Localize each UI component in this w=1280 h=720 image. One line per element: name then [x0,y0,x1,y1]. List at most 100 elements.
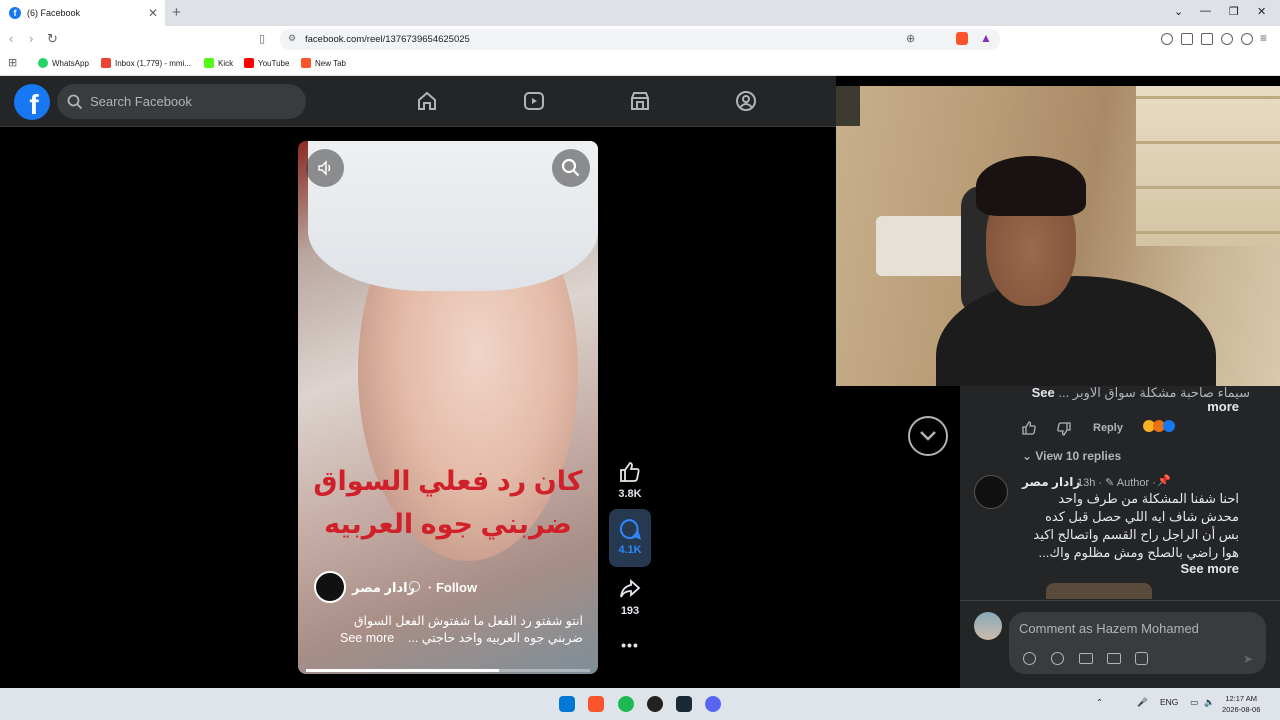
brave-taskbar-icon[interactable] [588,696,604,712]
new-tab-icon[interactable]: + [172,4,181,21]
reel-progress-fill [306,669,500,672]
taskbar-clock[interactable]: 12:17 AM 2026-08-06 [1222,693,1260,715]
spotify-icon[interactable] [618,696,634,712]
discord-icon[interactable] [705,696,721,712]
comment-input[interactable]: Comment as Hazem Mohamed ➤ [1009,612,1266,674]
brave-shield-icon[interactable] [956,32,968,45]
camera-icon[interactable] [1079,653,1093,664]
steam-icon[interactable] [676,696,692,712]
send-icon[interactable]: ➤ [1243,652,1253,666]
facebook-logo-icon[interactable]: f [14,84,50,120]
comment-dislike-icon[interactable] [1057,422,1071,436]
bookmark-icon[interactable]: ▯ [259,32,265,45]
bookmark-new-tab[interactable]: New Tab [301,58,346,68]
site-info-icon[interactable]: ⚙ [288,33,296,44]
bookmarks-bar: ⊞ WhatsApp Inbox (1,779) - mmi... Kick Y… [0,53,1280,76]
page-avatar[interactable] [314,571,346,603]
comment-count: 4.1K [618,544,642,556]
microphone-icon[interactable]: 🎤 [1137,697,1148,708]
browser-toolbar: ‹ › ↻ ▯ ⚙ facebook.com/reel/137673965462… [0,26,1280,53]
comment-author-meta: 13h · ✎ Author · [1077,477,1156,489]
video-icon[interactable] [523,90,545,112]
brave-rewards-icon[interactable]: ▲ [980,31,992,45]
webcam-person-hair [976,156,1086,216]
menu-icon[interactable]: ≡ [1260,31,1267,45]
close-window-icon[interactable]: ✕ [1257,5,1266,18]
volume-icon[interactable]: 🔈 [1204,697,1215,708]
emoji-icon[interactable] [1051,652,1064,665]
tab-close-icon[interactable]: ✕ [148,6,158,20]
reply-button[interactable]: Reply [1093,422,1123,434]
share-icon [620,579,641,598]
comment-author-body: احنا شفنا المشكلة من طرف واحد محدش شاف ا… [1033,491,1239,560]
home-icon[interactable] [416,90,438,112]
forward-icon[interactable]: › [29,31,33,46]
more-options-icon[interactable]: ••• [609,637,651,653]
zoom-icon[interactable]: ⊕ [906,32,915,45]
reload-icon[interactable]: ↻ [47,31,58,47]
comment-input-placeholder: Comment as Hazem Mohamed [1019,621,1199,636]
minimize-icon[interactable]: — [1200,5,1211,17]
bookmark-youtube[interactable]: YouTube [244,58,289,68]
facebook-search-input[interactable]: Search Facebook [57,84,306,119]
gmail-icon [101,58,111,68]
sound-toggle-button[interactable] [306,149,344,187]
comments-panel: سيماء صاحبة مشكلة سواق الاوبر ... See mo… [960,385,1280,688]
reel-see-more[interactable]: See more [340,631,394,645]
webcam-overlay [836,86,1280,386]
browser-tab[interactable]: f (6) Facebook ✕ [0,0,165,26]
gif-icon[interactable] [1107,653,1121,664]
youtube-icon [244,58,254,68]
back-icon[interactable]: ‹ [9,31,13,46]
bookmark-kick[interactable]: Kick [204,58,233,68]
restore-icon[interactable]: ❐ [1229,5,1239,18]
sidebar-icon[interactable] [1181,33,1193,45]
like-reaction-icon [1163,420,1175,432]
language-indicator[interactable]: ENG [1160,697,1178,707]
bookmark-whatsapp[interactable]: WhatsApp [38,58,89,68]
comment-author-avatar[interactable] [974,475,1008,509]
comment-button[interactable]: 4.1K [609,509,651,567]
like-button[interactable]: 3.8K [609,460,651,500]
marketplace-icon[interactable] [629,90,651,112]
address-bar[interactable]: ⚙ facebook.com/reel/1376739654625025 ⊕ ▲ [280,29,1000,50]
next-reel-button[interactable] [908,416,948,456]
wallet-icon[interactable] [1201,33,1213,45]
share-button[interactable]: 193 [609,577,651,617]
facebook-favicon-icon: f [9,7,21,19]
vpn-icon[interactable] [1241,33,1253,45]
obs-icon[interactable] [647,696,663,712]
verified-icon [409,581,420,592]
comment-author-name[interactable]: رادار مصر [1022,475,1080,489]
comment-see-more[interactable]: more [1190,399,1239,414]
page-name[interactable]: رادار مصر [352,580,415,596]
avatar-sticker-icon[interactable] [1023,652,1036,665]
comment-like-icon[interactable] [1022,421,1036,435]
comment-icon [619,518,641,540]
whatsapp-icon [38,58,48,68]
tab-search-icon[interactable]: ⌄ [1174,5,1183,18]
reel-caption-line-1: كان رد فعلي السواق [313,466,583,496]
user-avatar [974,612,1002,640]
reel-video[interactable]: كان رد فعلي السواق ضربني جوه العربيه راد… [298,141,598,674]
share-count: 193 [620,605,640,617]
start-icon[interactable] [559,696,575,712]
bookmark-inbox[interactable]: Inbox (1,779) - mmi... [101,58,191,68]
apps-icon[interactable]: ⊞ [8,56,17,69]
groups-icon[interactable] [735,90,757,112]
network-icon[interactable]: ▭ [1190,697,1198,708]
media-icon[interactable] [1161,33,1173,45]
follow-button[interactable]: · Follow [428,580,477,595]
reel-search-button[interactable] [552,149,590,187]
reel-progress-bar[interactable] [306,669,590,672]
url-text: facebook.com/reel/1376739654625025 [305,34,470,45]
webcam-shelf [1136,86,1280,246]
view-replies-button[interactable]: ⌄ View 10 replies [1022,449,1121,463]
comment-author-see-more[interactable]: See more [1160,561,1239,576]
search-icon [67,94,83,109]
windows-taskbar: ⌃ 🎤 ENG ▭ 🔈 12:17 AM 2026-08-06 [0,688,1280,720]
leo-icon[interactable] [1221,33,1233,45]
tray-overflow-icon[interactable]: ⌃ [1096,697,1103,708]
sticker-icon[interactable] [1135,652,1148,665]
browser-tab-strip: f (6) Facebook ✕ + ⌄ — ❐ ✕ [0,0,1280,26]
